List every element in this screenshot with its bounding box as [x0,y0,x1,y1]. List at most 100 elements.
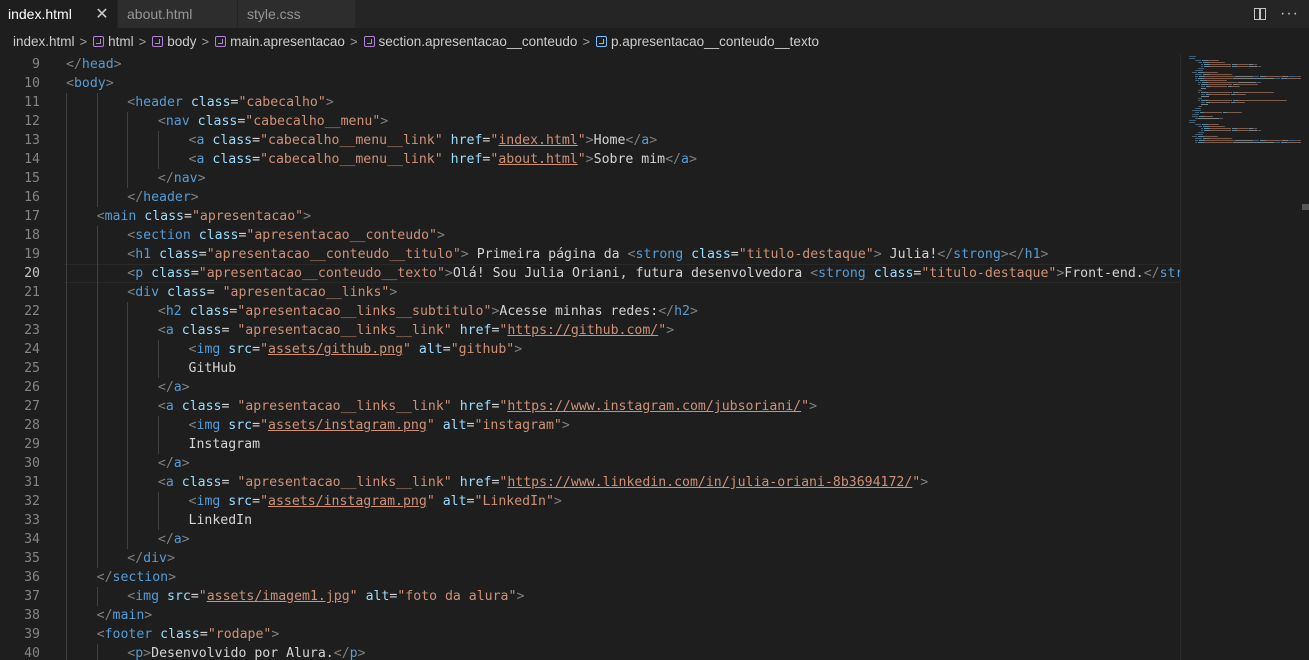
code-token: a [680,152,689,167]
minimap-stroke [1211,102,1229,104]
indent-guide [96,264,98,283]
indent-guide [96,283,98,302]
minimap-stroke [1210,130,1231,132]
code-line[interactable]: 13 <a class="cabecalho__menu__link" href=… [0,131,1180,150]
indent-guide [96,454,98,473]
code-line[interactable]: 40 <p>Desenvolvido por Alura.</p> [0,644,1180,660]
code-token: </ [96,570,113,585]
close-icon[interactable]: ✕ [93,5,111,23]
code-token: "cabecalho" [238,95,326,110]
code-line[interactable]: 25 GitHub [0,359,1180,378]
code-editor[interactable]: 9 </head> 10 <body> 11 <header class="cabecal… [0,54,1180,660]
breadcrumb-item-p[interactable]: p.apresentacao__conteudo__texto [596,34,819,49]
code-text: </a> [158,454,190,473]
line-number: 12 [24,114,40,129]
code-line[interactable]: 22 <h2 class="apresentacao__links__subtit… [0,302,1180,321]
indent-guide [127,435,129,454]
code-token: Sobre mim [593,152,666,167]
code-token: " [658,323,667,338]
indent-guide [66,93,67,112]
tab-about-html[interactable]: about.html [118,0,238,28]
code-line[interactable]: 31 <a class= "apresentacao__links__link" … [0,473,1180,492]
indent-guide [157,416,159,435]
code-token: </ [333,646,350,660]
split-editor-icon[interactable] [1254,8,1267,20]
breadcrumb: index.html > html > body > main.apresentaca… [0,28,1309,54]
code-token: href [450,152,483,167]
code-line[interactable]: 26 </a> [0,378,1180,397]
code-text: </head> [66,55,122,74]
code-line[interactable]: 35 </div> [0,549,1180,568]
code-text: <img src="assets/instagram.png" alt="Lin… [189,492,562,511]
code-line[interactable]: 15 </nav> [0,169,1180,188]
code-text: <a class= "apresentacao__links__link" hr… [158,473,928,492]
code-token: Olá! Sou Julia Oriani, futura desenvolve… [452,266,811,281]
code-line[interactable]: 30 </a> [0,454,1180,473]
code-token: > [190,190,199,205]
code-line[interactable]: 18 <section class="apresentacao__conteudo… [0,226,1180,245]
code-line[interactable]: 21 <div class= "apresentacao__links"> [0,283,1180,302]
code-line[interactable]: 20 <p class="apresentacao__conteudo__text… [0,264,1180,283]
code-token: > [181,456,190,471]
code-token: > [873,247,882,262]
code-token: < [157,399,166,414]
minimap-stroke [1195,56,1196,58]
line-number: 28 [24,418,40,433]
code-token: </ [937,247,954,262]
code-line[interactable]: 10 <body> [0,74,1180,93]
code-line[interactable]: 28 <img src="assets/instagram.png" alt="i… [0,416,1180,435]
tab-index-html[interactable]: index.html ✕ [0,0,118,28]
code-token: header [135,95,183,110]
breadcrumb-item-file[interactable]: index.html > [13,34,93,49]
minimap-stroke [1238,66,1247,68]
minimap-stroke [1199,84,1200,86]
vertical-scrollbar[interactable] [1302,204,1309,210]
code-token: p [135,646,144,660]
code-line[interactable]: 36 </section> [0,568,1180,587]
minimap[interactable] [1180,54,1309,660]
minimap-stroke [1199,92,1200,94]
breadcrumb-item-body[interactable]: body > [152,34,215,49]
indent-guide [127,416,129,435]
code-line[interactable]: 19 <h1 class="apresentacao__conteudo__tit… [0,245,1180,264]
code-token: alt [442,418,467,433]
code-line[interactable]: 39 <footer class="rodape"> [0,625,1180,644]
more-actions-icon[interactable]: ··· [1280,5,1299,23]
breadcrumb-item-main[interactable]: main.apresentacao > [215,34,363,49]
code-line[interactable]: 12 <nav class="cabecalho__menu"> [0,112,1180,131]
code-token: > [920,475,929,490]
code-line[interactable]: 29 Instagram [0,435,1180,454]
code-line[interactable]: 33 LinkedIn [0,511,1180,530]
code-line[interactable]: 16 </header> [0,188,1180,207]
code-token: class [873,266,914,281]
code-token: class [189,304,230,319]
code-token: class [181,323,222,338]
breadcrumb-item-html[interactable]: html > [93,34,152,49]
code-line[interactable]: 9 </head> [0,55,1180,74]
code-token: < [96,627,105,642]
code-line[interactable]: 24 <img src="assets/github.png" alt="gith… [0,340,1180,359]
code-token: h2 [165,304,182,319]
code-line[interactable]: 23 <a class= "apresentacao__links__link" … [0,321,1180,340]
code-line[interactable]: 14 <a class="cabecalho__menu__link" href=… [0,150,1180,169]
code-token: > [553,494,562,509]
code-token: > [516,589,525,604]
code-text: <header class="cabecalho"> [127,93,334,112]
code-line[interactable]: 17 <main class="apresentacao"> [0,207,1180,226]
code-line[interactable]: 34 </a> [0,530,1180,549]
code-line[interactable]: 11 <header class="cabecalho"> [0,93,1180,112]
minimap-stroke [1238,130,1247,132]
line-number: 35 [24,551,40,566]
tab-style-css[interactable]: style.css [238,0,356,28]
code-token: < [188,342,197,357]
code-line[interactable]: 27 <a class= "apresentacao__links__link" … [0,397,1180,416]
indent-guide [157,150,159,169]
code-token: = [252,342,261,357]
code-line[interactable]: 32 <img src="assets/instagram.png" alt="L… [0,492,1180,511]
code-line[interactable]: 37 <img src="assets/imagem1.jpg" alt="fot… [0,587,1180,606]
code-line[interactable]: 38 </main> [0,606,1180,625]
breadcrumb-item-section[interactable]: section.apresentacao__conteudo > [363,34,597,49]
